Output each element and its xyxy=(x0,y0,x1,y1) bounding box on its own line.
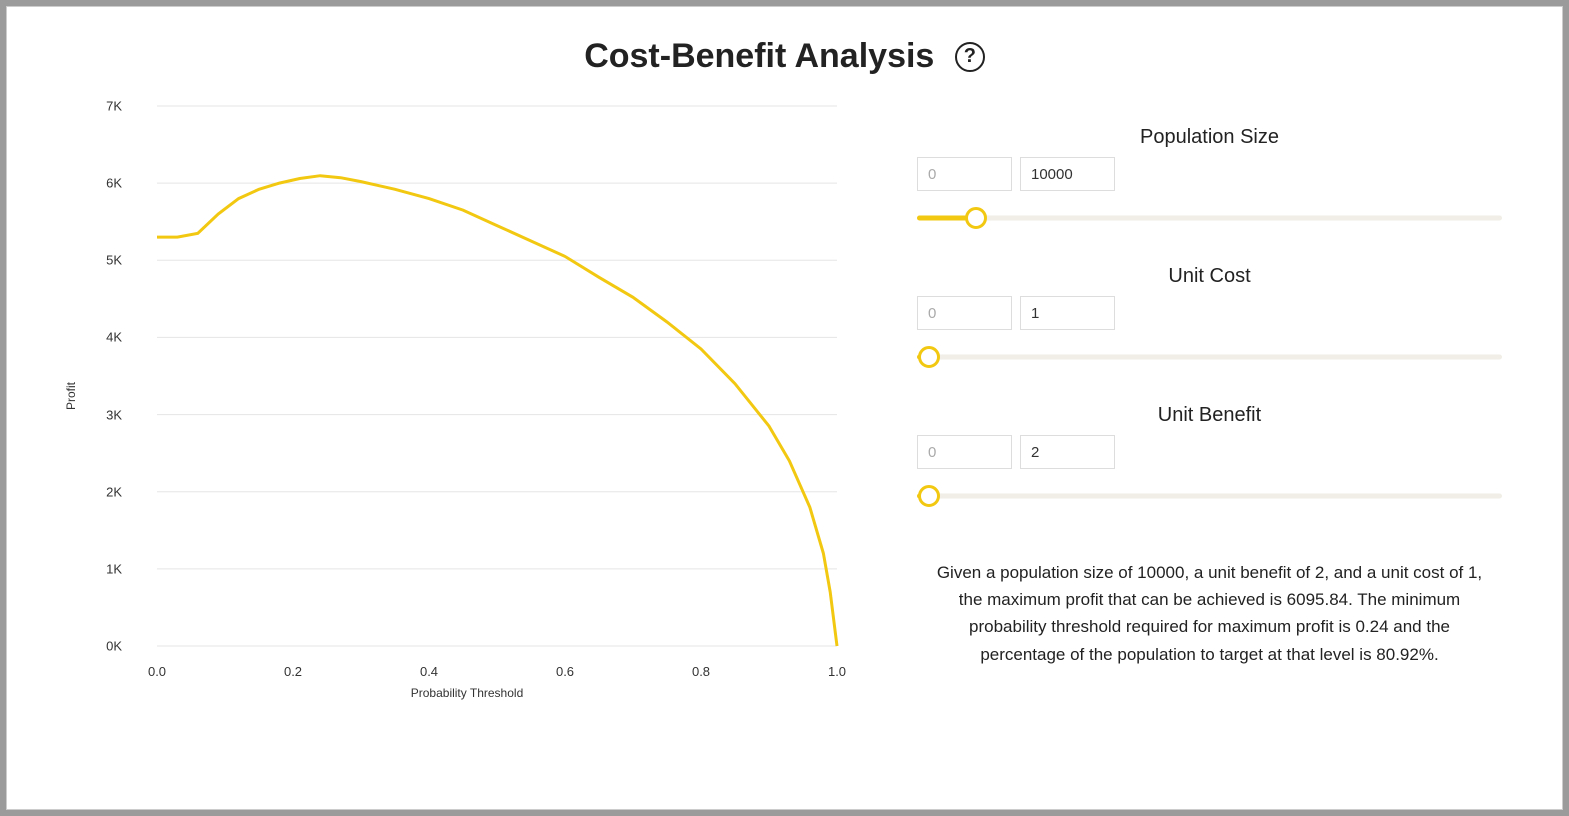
y-tick: 1K xyxy=(72,561,122,576)
profit-chart: Profit 0K1K2K3K4K5K6K7K 0.00.20.40.60.81… xyxy=(67,96,867,696)
unit-benefit-inputs xyxy=(917,435,1502,469)
title-row: Cost-Benefit Analysis ? xyxy=(67,37,1502,76)
unit-benefit-min-input[interactable] xyxy=(917,435,1012,469)
slider-track xyxy=(917,355,1502,360)
y-tick: 2K xyxy=(72,484,122,499)
unit-cost-control: Unit Cost xyxy=(917,265,1502,370)
y-tick: 3K xyxy=(72,407,122,422)
chart-svg xyxy=(127,96,847,676)
unit-cost-min-input[interactable] xyxy=(917,296,1012,330)
population-inputs xyxy=(917,157,1502,191)
unit-benefit-value-input[interactable] xyxy=(1020,435,1115,469)
content-row: Profit 0K1K2K3K4K5K6K7K 0.00.20.40.60.81… xyxy=(67,96,1502,696)
population-label: Population Size xyxy=(917,126,1502,149)
y-tick: 0K xyxy=(72,639,122,654)
unit-cost-slider[interactable] xyxy=(917,344,1502,370)
x-tick-labels: 0.0 0.2 0.4 0.6 0.8 1.0 xyxy=(127,664,847,684)
unit-cost-label: Unit Cost xyxy=(917,265,1502,288)
y-tick: 6K xyxy=(72,176,122,191)
page-title: Cost-Benefit Analysis xyxy=(584,37,934,76)
y-tick: 4K xyxy=(72,330,122,345)
population-value-input[interactable] xyxy=(1020,157,1115,191)
slider-track xyxy=(917,216,1502,221)
slider-thumb[interactable] xyxy=(918,485,940,507)
slider-thumb[interactable] xyxy=(918,346,940,368)
cost-benefit-panel: Cost-Benefit Analysis ? Profit 0K1K2K3K4… xyxy=(6,6,1563,810)
x-tick: 0.6 xyxy=(556,664,574,679)
x-tick: 1.0 xyxy=(828,664,846,679)
unit-benefit-slider[interactable] xyxy=(917,483,1502,509)
summary-text: Given a population size of 10000, a unit… xyxy=(917,559,1502,668)
controls-column: Population Size Unit Cost xyxy=(917,96,1502,696)
chart-column: Profit 0K1K2K3K4K5K6K7K 0.00.20.40.60.81… xyxy=(67,96,867,696)
help-icon[interactable]: ? xyxy=(955,42,985,72)
slider-thumb[interactable] xyxy=(965,207,987,229)
unit-cost-inputs xyxy=(917,296,1502,330)
population-slider[interactable] xyxy=(917,205,1502,231)
x-axis-label: Probability Threshold xyxy=(411,686,524,700)
population-min-input[interactable] xyxy=(917,157,1012,191)
y-tick: 7K xyxy=(72,99,122,114)
x-tick: 0.0 xyxy=(148,664,166,679)
unit-benefit-label: Unit Benefit xyxy=(917,404,1502,427)
slider-track xyxy=(917,494,1502,499)
unit-benefit-control: Unit Benefit xyxy=(917,404,1502,509)
population-control: Population Size xyxy=(917,126,1502,231)
unit-cost-value-input[interactable] xyxy=(1020,296,1115,330)
y-tick: 5K xyxy=(72,253,122,268)
x-tick: 0.2 xyxy=(284,664,302,679)
x-tick: 0.4 xyxy=(420,664,438,679)
y-tick-labels: 0K 1K 2K 3K 4K 5K 6K 7K xyxy=(67,96,122,656)
x-tick: 0.8 xyxy=(692,664,710,679)
